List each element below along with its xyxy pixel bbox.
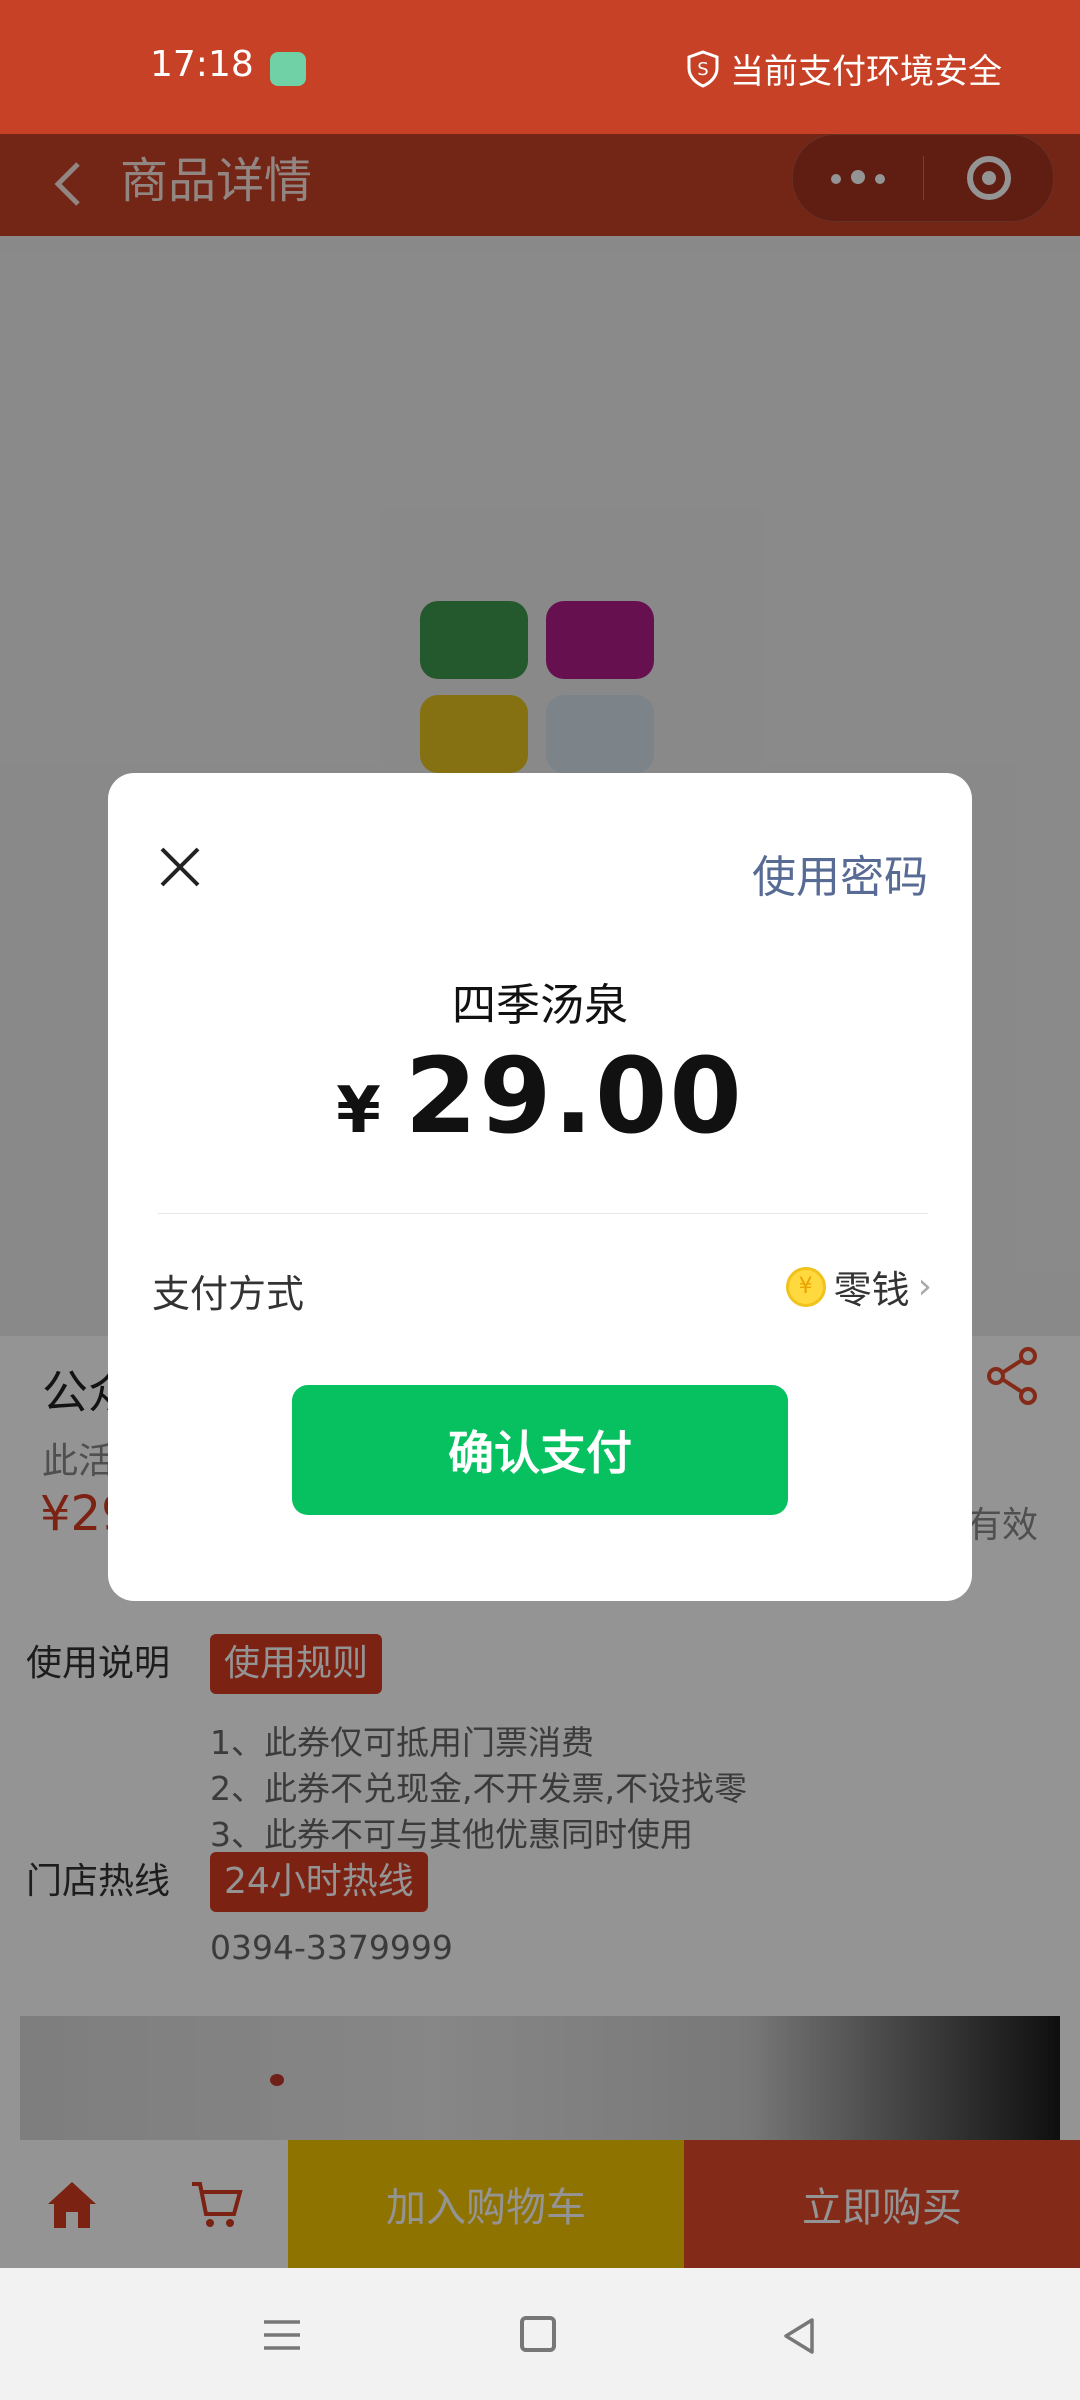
back-triangle-icon[interactable]	[780, 2316, 820, 2356]
confirm-payment-button[interactable]: 确认支付	[292, 1385, 788, 1515]
currency-symbol: ¥	[336, 1074, 381, 1148]
home-square-icon[interactable]	[520, 2316, 556, 2352]
chevron-right-icon: ›	[917, 1266, 932, 1307]
divider	[158, 1213, 928, 1214]
payment-method-selector[interactable]: ¥ 零钱 ›	[785, 1259, 932, 1314]
secure-payment-indicator: S 当前支付环境安全	[686, 44, 1002, 93]
notification-app-icon	[270, 52, 306, 86]
secure-text: 当前支付环境安全	[730, 52, 1002, 92]
status-time: 17:18	[150, 44, 254, 85]
coin-icon: ¥	[785, 1266, 826, 1307]
payment-method-label: 支付方式	[152, 1272, 305, 1316]
menu-icon[interactable]	[262, 2318, 302, 2352]
system-nav-bar	[0, 2268, 1080, 2400]
use-password-link[interactable]: 使用密码	[752, 841, 928, 905]
close-icon[interactable]	[158, 845, 202, 889]
amount-value: 29.00	[404, 1035, 744, 1157]
merchant-name: 四季汤泉	[452, 980, 628, 1031]
shield-icon: S	[687, 49, 719, 88]
svg-text:S: S	[697, 59, 708, 80]
status-bar: 17:18 S 当前支付环境安全	[0, 0, 1080, 134]
payment-dialog: 使用密码 四季汤泉 ¥ 29.00 支付方式 ¥ 零钱 › 确认支付	[108, 773, 972, 1601]
payment-amount: ¥ 29.00	[108, 1035, 972, 1157]
payment-method-value: 零钱	[833, 1268, 910, 1312]
